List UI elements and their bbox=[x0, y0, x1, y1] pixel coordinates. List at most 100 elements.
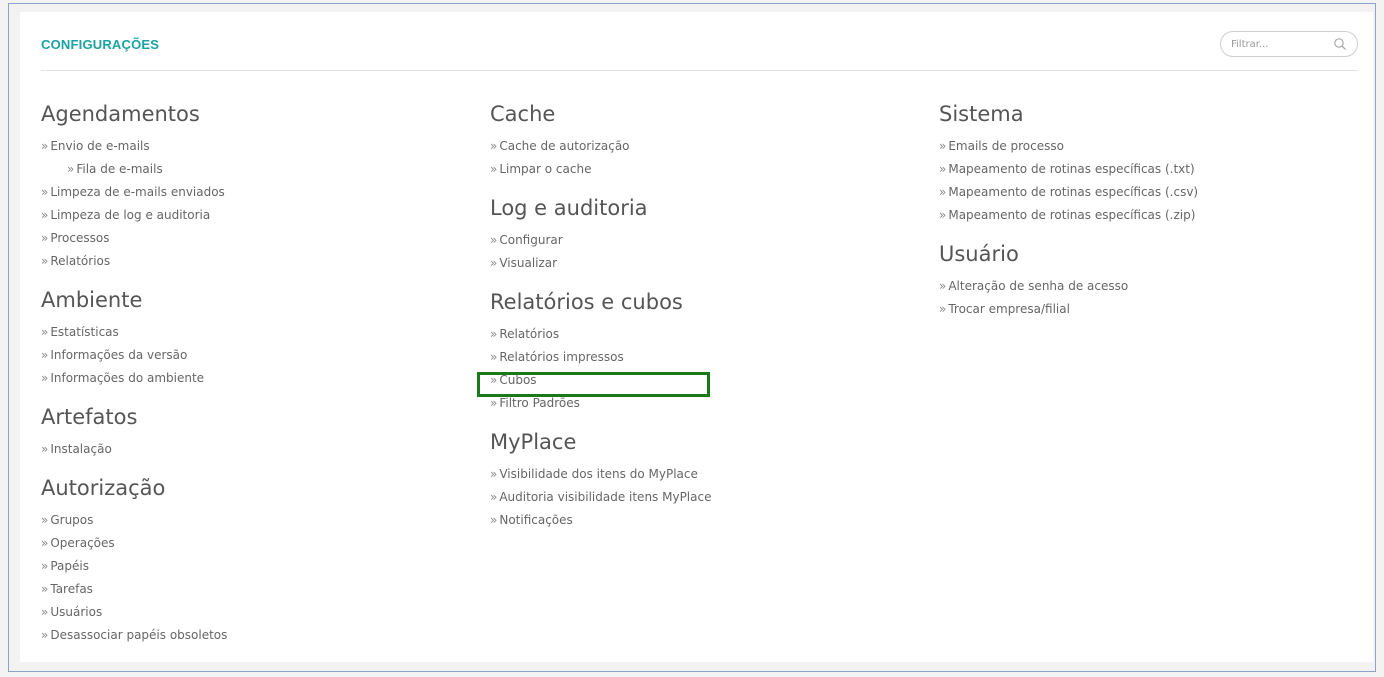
link-label: Mapeamento de rotinas específicas (.txt) bbox=[948, 162, 1195, 176]
chevron-right-icon: » bbox=[41, 325, 48, 339]
link-informacoes-da-versao[interactable]: » Informações da versão bbox=[41, 344, 227, 367]
section-title: Log e auditoria bbox=[490, 196, 648, 220]
chevron-right-icon: » bbox=[41, 348, 48, 362]
link-label: Usuários bbox=[50, 605, 103, 619]
link-trocar-empresa-filial[interactable]: » Trocar empresa/filial bbox=[939, 298, 1198, 321]
link-label: Desassociar papéis obsoletos bbox=[50, 628, 228, 642]
link-label: Visualizar bbox=[499, 256, 558, 270]
chevron-right-icon: » bbox=[41, 559, 48, 573]
chevron-right-icon: » bbox=[41, 582, 48, 596]
link-instalacao[interactable]: » Instalação bbox=[41, 438, 227, 461]
link-limpar-o-cache[interactable]: » Limpar o cache bbox=[490, 158, 711, 181]
link-mapeamento-de-rotinas-especificas-txt[interactable]: » Mapeamento de rotinas específicas (.txt… bbox=[939, 158, 1198, 181]
section-log-e-auditoria: Log e auditoria » Configurar» Visualizar bbox=[490, 194, 711, 275]
link-filtro-padroes[interactable]: » Filtro Padrões bbox=[490, 392, 711, 415]
page-title: CONFIGURAÇÕES bbox=[41, 37, 160, 52]
section-title: Artefatos bbox=[41, 405, 138, 429]
chevron-right-icon: » bbox=[490, 162, 497, 176]
section-agendamentos: Agendamentos» Envio de e-mails» Fila de e-… bbox=[41, 100, 227, 273]
link-envio-de-e-mails[interactable]: » Envio de e-mails bbox=[41, 135, 227, 158]
chevron-right-icon: » bbox=[939, 302, 946, 316]
section-usuario: Usuário» Alteração de senha de acesso» Tro… bbox=[939, 240, 1198, 321]
link-alteracao-de-senha-de-acesso[interactable]: » Alteração de senha de acesso bbox=[939, 275, 1198, 298]
link-cubos[interactable]: » Cubos bbox=[490, 369, 711, 392]
chevron-right-icon: » bbox=[41, 371, 48, 385]
section-cache: Cache» Cache de autorização» Limpar o cach… bbox=[490, 100, 711, 181]
chevron-right-icon: » bbox=[67, 162, 74, 176]
link-label: Operações bbox=[50, 536, 115, 550]
link-label: Configurar bbox=[499, 233, 563, 247]
chevron-right-icon: » bbox=[939, 208, 946, 222]
chevron-right-icon: » bbox=[490, 350, 497, 364]
chevron-right-icon: » bbox=[41, 231, 48, 245]
search-icon[interactable] bbox=[1333, 37, 1347, 51]
link-tarefas[interactable]: » Tarefas bbox=[41, 578, 227, 601]
link-label: Cubos bbox=[499, 373, 537, 387]
chevron-right-icon: » bbox=[41, 605, 48, 619]
chevron-right-icon: » bbox=[490, 396, 497, 410]
link-label: Relatórios bbox=[50, 254, 111, 268]
link-estatisticas[interactable]: » Estatísticas bbox=[41, 321, 227, 344]
chevron-right-icon: » bbox=[939, 139, 946, 153]
column-2: Cache» Cache de autorização» Limpar o cach… bbox=[490, 100, 711, 545]
filter-input[interactable] bbox=[1231, 36, 1331, 52]
chevron-right-icon: » bbox=[41, 513, 48, 527]
link-emails-de-processo[interactable]: » Emails de processo bbox=[939, 135, 1198, 158]
link-visibilidade-dos-itens-do-myplace[interactable]: » Visibilidade dos itens do MyPlace bbox=[490, 463, 711, 486]
link-limpeza-de-e-mails-enviados[interactable]: » Limpeza de e-mails enviados bbox=[41, 181, 227, 204]
link-informacoes-do-ambiente[interactable]: » Informações do ambiente bbox=[41, 367, 227, 390]
section-title: Ambiente bbox=[41, 288, 143, 312]
link-operacoes[interactable]: » Operações bbox=[41, 532, 227, 555]
chevron-right-icon: » bbox=[41, 254, 48, 268]
link-label: Trocar empresa/filial bbox=[948, 302, 1070, 316]
link-fila-de-e-mails[interactable]: » Fila de e-mails bbox=[41, 158, 227, 181]
chevron-right-icon: » bbox=[41, 208, 48, 222]
link-label: Alteração de senha de acesso bbox=[948, 279, 1129, 293]
link-grupos[interactable]: » Grupos bbox=[41, 509, 227, 532]
link-usuarios[interactable]: » Usuários bbox=[41, 601, 227, 624]
link-label: Filtro Padrões bbox=[499, 396, 580, 410]
chevron-right-icon: » bbox=[41, 536, 48, 550]
chevron-right-icon: » bbox=[490, 327, 497, 341]
link-desassociar-papeis-obsoletos[interactable]: » Desassociar papéis obsoletos bbox=[41, 624, 227, 647]
link-label: Informações da versão bbox=[50, 348, 188, 362]
link-label: Auditoria visibilidade itens MyPlace bbox=[499, 490, 712, 504]
link-relatorios[interactable]: » Relatórios bbox=[41, 250, 227, 273]
chevron-right-icon: » bbox=[939, 162, 946, 176]
link-label: Mapeamento de rotinas específicas (.csv) bbox=[948, 185, 1199, 199]
link-label: Visibilidade dos itens do MyPlace bbox=[499, 467, 698, 481]
link-limpeza-de-log-e-auditoria[interactable]: » Limpeza de log e auditoria bbox=[41, 204, 227, 227]
link-mapeamento-de-rotinas-especificas-zip[interactable]: » Mapeamento de rotinas específicas (.zip… bbox=[939, 204, 1198, 227]
section-autorizacao: Autorização» Grupos» Operações» Papéis» Tare… bbox=[41, 474, 227, 647]
link-label: Estatísticas bbox=[50, 325, 119, 339]
filter-box[interactable] bbox=[1220, 31, 1358, 57]
chevron-right-icon: » bbox=[939, 185, 946, 199]
chevron-right-icon: » bbox=[490, 513, 497, 527]
link-configurar[interactable]: » Configurar bbox=[490, 229, 711, 252]
link-label: Processos bbox=[50, 231, 110, 245]
header-divider bbox=[41, 70, 1358, 71]
link-label: Fila de e-mails bbox=[76, 162, 163, 176]
link-label: Limpeza de e-mails enviados bbox=[50, 185, 225, 199]
link-relatorios-impressos[interactable]: » Relatórios impressos bbox=[490, 346, 711, 369]
chevron-right-icon: » bbox=[490, 373, 497, 387]
link-cache-de-autorizacao[interactable]: » Cache de autorização bbox=[490, 135, 711, 158]
link-label: Grupos bbox=[50, 513, 94, 527]
link-auditoria-visibilidade-itens-myplace[interactable]: » Auditoria visibilidade itens MyPlace bbox=[490, 486, 711, 509]
chevron-right-icon: » bbox=[41, 185, 48, 199]
link-visualizar[interactable]: » Visualizar bbox=[490, 252, 711, 275]
link-processos[interactable]: » Processos bbox=[41, 227, 227, 250]
section-relatorios-e-cubos: Relatórios e cubos » Relatórios» Relatórios… bbox=[490, 288, 711, 415]
link-notificacoes[interactable]: » Notificações bbox=[490, 509, 711, 532]
section-title: Sistema bbox=[939, 102, 1024, 126]
section-title: Usuário bbox=[939, 242, 1019, 266]
column-1: Agendamentos» Envio de e-mails» Fila de e-… bbox=[41, 100, 227, 660]
section-sistema: Sistema» Emails de processo» Mapeamento de… bbox=[939, 100, 1198, 227]
link-label: Instalação bbox=[50, 442, 112, 456]
link-mapeamento-de-rotinas-especificas-csv[interactable]: » Mapeamento de rotinas específicas (.csv… bbox=[939, 181, 1198, 204]
link-relatorios[interactable]: » Relatórios bbox=[490, 323, 711, 346]
link-label: Emails de processo bbox=[948, 139, 1064, 153]
link-papeis[interactable]: » Papéis bbox=[41, 555, 227, 578]
chevron-right-icon: » bbox=[41, 139, 48, 153]
section-title: Relatórios e cubos bbox=[490, 290, 683, 314]
